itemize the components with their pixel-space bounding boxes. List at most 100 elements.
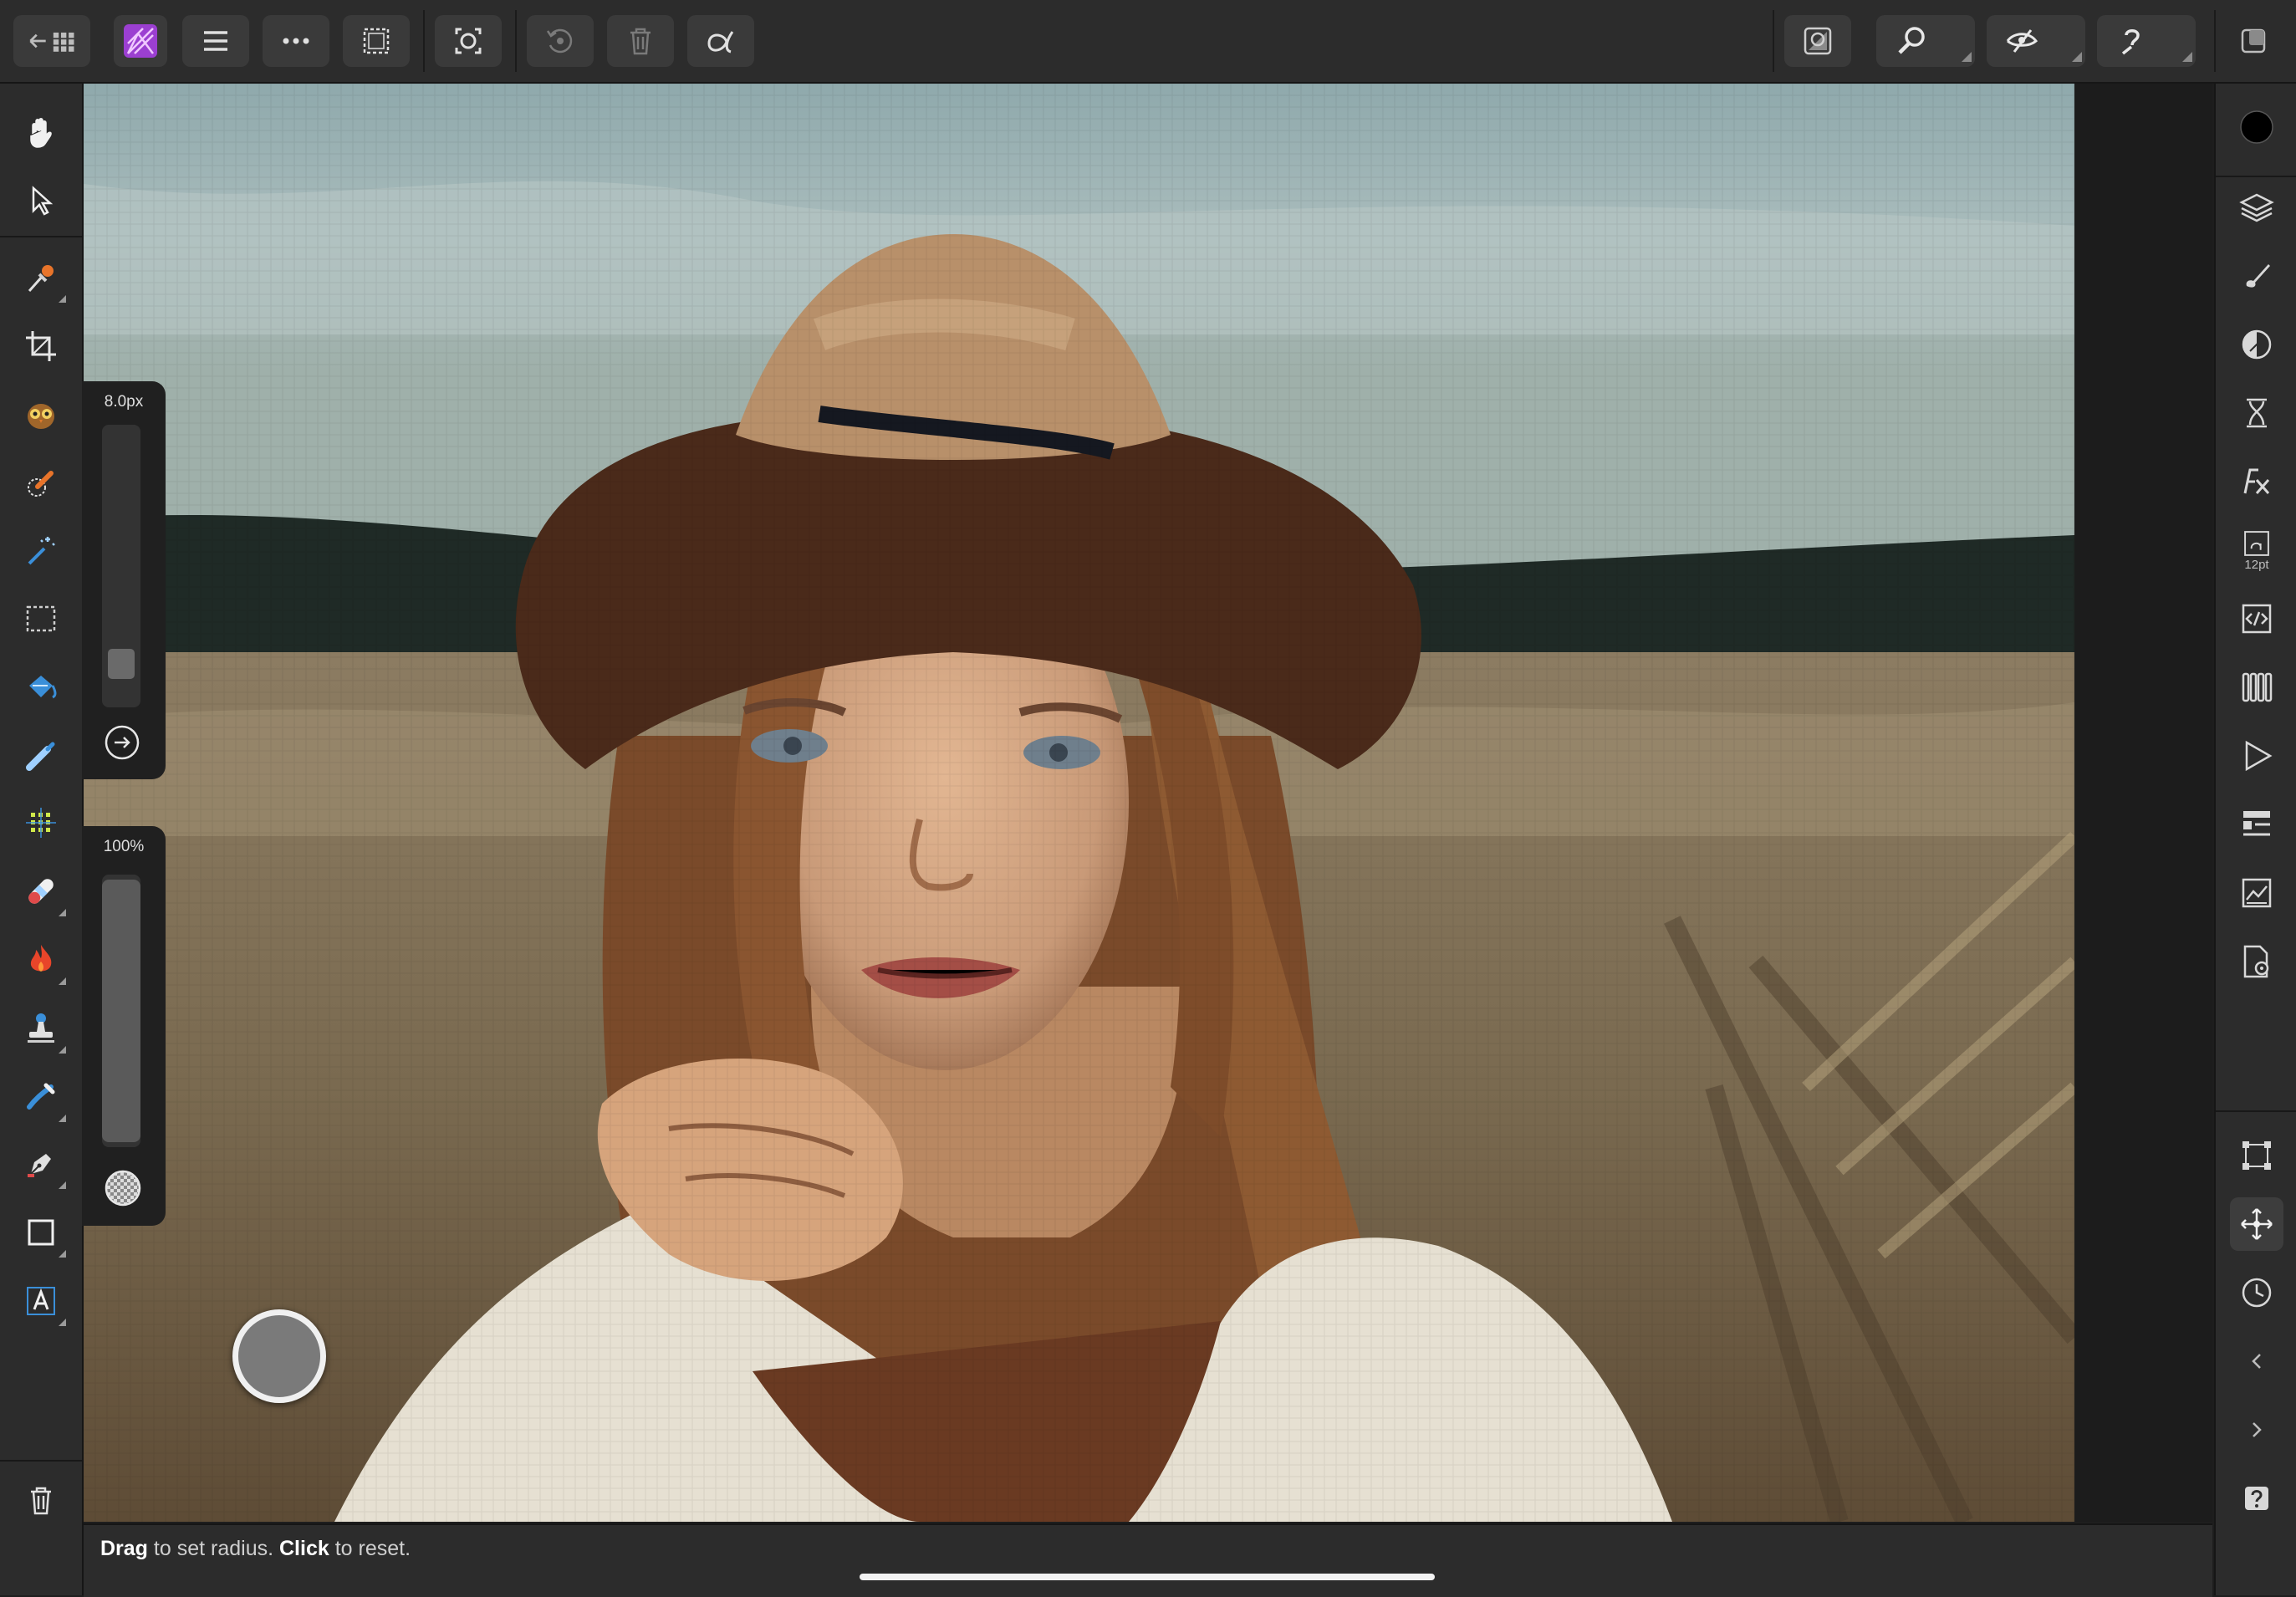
paint-bucket-icon — [29, 676, 57, 699]
frame-text-icon — [27, 1287, 55, 1315]
document-image[interactable] — [84, 84, 2074, 1522]
expand-panels-button[interactable] — [2230, 1403, 2283, 1457]
tools-panel — [0, 84, 84, 1595]
clone-tool[interactable] — [14, 1002, 68, 1055]
photo-persona-button[interactable] — [114, 15, 167, 67]
more-options-button[interactable] — [263, 15, 329, 67]
brush-size-knob[interactable] — [108, 649, 135, 679]
snapping-panel-button[interactable] — [2230, 1197, 2283, 1251]
quick-mask-button[interactable] — [435, 15, 502, 67]
history-panel-button[interactable] — [2230, 1266, 2283, 1319]
code-brackets-icon — [2242, 604, 2272, 634]
owl-icon — [28, 404, 54, 429]
brushes-panel-button[interactable] — [2230, 249, 2283, 303]
channels-bars-icon — [2242, 672, 2273, 702]
color-swatch-icon — [2240, 110, 2273, 144]
rectangle-marquee-icon — [26, 605, 56, 632]
brush-size-panel: 8.0px — [82, 381, 166, 779]
layers-icon — [2239, 193, 2274, 222]
crop-tool[interactable] — [14, 319, 68, 373]
transform-box-icon — [2242, 1141, 2271, 1170]
hint-action-drag: Drag — [100, 1537, 148, 1560]
brush-size-slider[interactable] — [102, 425, 140, 707]
move-tool[interactable] — [14, 174, 68, 227]
delete-button[interactable] — [607, 15, 674, 67]
adjustments-panel-button[interactable] — [2230, 318, 2283, 371]
rectangle-tool[interactable] — [14, 1206, 68, 1259]
snapping-button[interactable] — [687, 15, 754, 67]
burn-tool[interactable] — [14, 933, 68, 987]
chevron-right-icon — [2253, 1422, 2262, 1437]
selection-mode-button[interactable] — [343, 15, 410, 67]
back-to-documents-button[interactable] — [13, 15, 90, 67]
eye-hidden-icon — [2006, 29, 2038, 53]
brush-opacity-fill — [102, 880, 140, 1142]
effects-panel-button[interactable] — [2230, 455, 2283, 508]
context-help-button[interactable] — [2097, 15, 2196, 67]
help-hook-icon — [2121, 29, 2140, 55]
pressure-toggle-button[interactable] — [104, 724, 140, 761]
split-view-button[interactable] — [2227, 15, 2279, 67]
selection-brush-tool[interactable] — [14, 457, 68, 510]
stamp-icon — [28, 1013, 54, 1043]
channels-panel-button[interactable] — [2230, 661, 2283, 714]
collapse-panels-button[interactable] — [2230, 1334, 2283, 1388]
pixelate-tool[interactable] — [14, 796, 68, 850]
adjustment-half-circle-icon — [2242, 329, 2272, 360]
flood-select-tool[interactable] — [14, 523, 68, 577]
toolbar-divider — [423, 10, 425, 72]
pixel-dots-icon — [26, 808, 56, 838]
transform-panel-button[interactable] — [2230, 1129, 2283, 1182]
window-icon — [2241, 28, 2266, 54]
view-options-button[interactable] — [1987, 15, 2085, 67]
question-mark-icon — [2245, 1487, 2268, 1510]
swatches-panel-button[interactable] — [2230, 866, 2283, 920]
canvas-area[interactable] — [84, 84, 2212, 1522]
color-picker-tool[interactable] — [14, 251, 68, 304]
ellipsis-icon — [283, 38, 309, 44]
trash-icon — [630, 28, 651, 55]
trash-button[interactable] — [14, 1473, 68, 1527]
smudge-tool[interactable] — [14, 1070, 68, 1124]
hint-action-click: Click — [279, 1537, 329, 1560]
document-gear-icon — [2243, 945, 2269, 978]
home-indicator[interactable] — [860, 1574, 1435, 1580]
text-tool[interactable] — [14, 1274, 68, 1328]
view-mode-button[interactable] — [1784, 15, 1851, 67]
text-styles-panel-button[interactable]: 12pt — [2230, 523, 2283, 577]
hourglass-filter-icon — [2247, 398, 2267, 428]
opacity-pressure-button[interactable] — [104, 1169, 142, 1207]
hand-tool[interactable] — [14, 105, 68, 159]
alpha-icon — [707, 31, 734, 54]
paint-brush-tool[interactable] — [14, 729, 68, 783]
back-grid-icon — [29, 32, 74, 52]
studio-panel-bar: 12pt — [2214, 84, 2296, 1595]
help-button[interactable] — [2230, 1472, 2283, 1525]
magnifier-icon — [1898, 27, 1925, 54]
color-panel-button[interactable] — [2230, 100, 2283, 154]
live-filters-panel-button[interactable] — [2230, 386, 2283, 440]
history-button[interactable] — [527, 15, 594, 67]
brush-radius-handle[interactable] — [232, 1309, 326, 1403]
smudge-finger-icon — [27, 1083, 55, 1110]
healing-brush-tool[interactable] — [14, 865, 68, 918]
assets-panel-button[interactable] — [2230, 935, 2283, 988]
layers-panel-button[interactable] — [2230, 181, 2283, 234]
stock-panel-button[interactable] — [2230, 729, 2283, 783]
arrow-circle-icon — [105, 725, 140, 760]
brush-opacity-slider[interactable] — [102, 875, 140, 1147]
zoom-button[interactable] — [1876, 15, 1975, 67]
magic-wand-icon — [28, 537, 55, 565]
paint-brush-icon — [26, 742, 55, 771]
marquee-tool[interactable] — [14, 592, 68, 645]
brush-icon — [2246, 264, 2270, 288]
flame-icon — [30, 945, 52, 972]
affinity-photo-icon — [124, 24, 157, 58]
macros-panel-button[interactable] — [2230, 592, 2283, 645]
fill-tool[interactable] — [14, 661, 68, 714]
move-arrows-icon — [2241, 1208, 2273, 1240]
navigator-panel-button[interactable] — [2230, 798, 2283, 851]
pen-tool[interactable] — [14, 1137, 68, 1191]
red-eye-tool[interactable] — [14, 388, 68, 441]
main-menu-button[interactable] — [182, 15, 249, 67]
